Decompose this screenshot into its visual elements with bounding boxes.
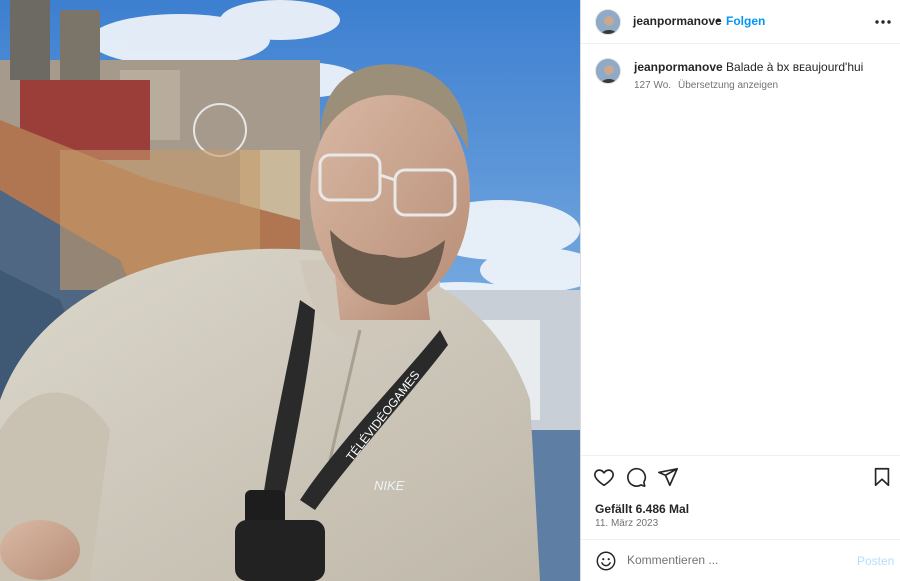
post-date: 11. März 2023 bbox=[595, 518, 659, 529]
comment-input[interactable] bbox=[627, 548, 847, 572]
bookmark-icon[interactable] bbox=[871, 466, 893, 488]
post-side-panel: jeanpormanove • Folgen jeanpormanove Bal… bbox=[580, 0, 900, 581]
comment-box: Posten bbox=[581, 539, 900, 581]
heart-icon[interactable] bbox=[593, 466, 615, 488]
likes-count[interactable]: Gefällt 6.486 Mal bbox=[595, 502, 689, 516]
caption-time: 127 Wo. bbox=[634, 80, 672, 91]
avatar[interactable] bbox=[595, 9, 621, 35]
separator-dot: • bbox=[716, 13, 721, 27]
caption-text: jeanpormanove Balade à bx ʙᴇaujourd'hui bbox=[634, 60, 863, 74]
comment-icon[interactable] bbox=[625, 466, 647, 488]
emoji-icon[interactable] bbox=[595, 550, 617, 572]
nike-logo: NIKE bbox=[374, 478, 405, 493]
send-icon[interactable] bbox=[657, 466, 679, 488]
post-comment-button[interactable]: Posten bbox=[857, 554, 894, 568]
post-photo[interactable]: TÉLÉVIDÉOGAMES NIKE bbox=[0, 0, 580, 581]
post-header: jeanpormanove • Folgen bbox=[581, 0, 900, 44]
follow-button[interactable]: Folgen bbox=[726, 14, 765, 28]
translate-link[interactable]: Übersetzung anzeigen bbox=[678, 80, 778, 91]
caption-body: Balade à bx ʙᴇaujourd'hui bbox=[726, 60, 864, 74]
caption-username[interactable]: jeanpormanove bbox=[634, 60, 723, 74]
caption-avatar[interactable] bbox=[595, 58, 621, 84]
more-horizontal-icon[interactable] bbox=[873, 12, 893, 32]
username-link[interactable]: jeanpormanove bbox=[633, 14, 722, 28]
